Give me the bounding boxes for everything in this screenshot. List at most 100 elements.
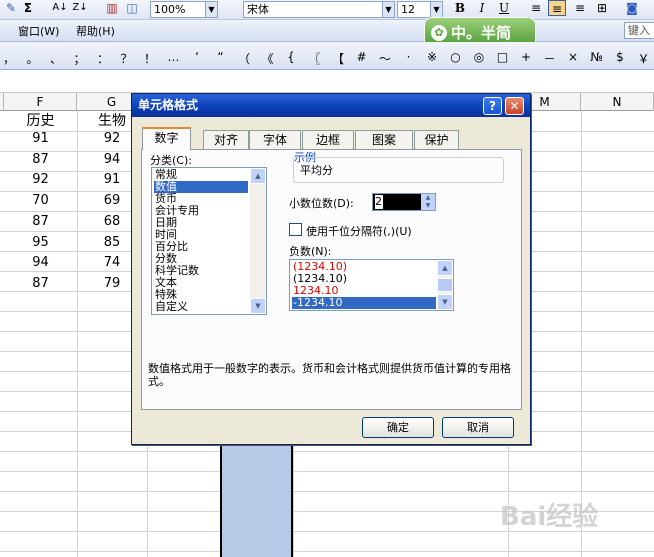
sample-value: 平均分 [300,164,333,177]
negative-numbers-listbox[interactable]: (1234.10) (1234.10) 1234.10 -1234.10 ▲ ▼ [289,259,454,311]
symbol-button-comma[interactable]: ， [0,50,18,67]
symbol-button-minus[interactable]: － [541,50,559,67]
category-label: 分类(C): [150,154,192,167]
thousands-separator-checkbox[interactable] [289,223,302,236]
excel-window: ✎ Σ ▾ A↓ Z↓ ▥ ◫ 100% ▼ 宋体 ▼ 12 ▼ B I U ≡… [0,0,654,557]
grid-hline [0,471,654,472]
symbol-button-dollar[interactable]: $ [611,50,629,64]
negative-scrollbar[interactable]: ▲ ▼ [437,260,453,310]
symbol-button-hash[interactable]: # [353,50,371,64]
symbol-button-circle[interactable]: ○ [447,50,465,64]
close-button[interactable]: ✕ [505,97,524,115]
negative-format-item[interactable]: -1234.10 [292,297,436,309]
thousands-separator-label[interactable]: 使用千位分隔符(,)(U) [306,223,412,239]
font-size-value: 12 [401,3,415,16]
column-header-f[interactable]: F [4,93,77,111]
symbol-button-colon[interactable]: ： [94,50,112,67]
chart-icon[interactable]: ▥ [104,0,120,16]
zoom-select[interactable]: 100% ▼ [150,1,218,18]
symbol-button-middle-dot[interactable]: · [400,50,418,64]
symbol-button-book-title[interactable]: 《 [259,50,277,67]
cell-f8[interactable]: 94 [4,253,77,273]
symbol-button-period[interactable]: 。 [24,50,42,67]
symbol-button-plus[interactable]: + [517,50,535,64]
cell-f5[interactable]: 70 [4,191,77,211]
menu-window[interactable]: 窗口(W) [18,23,59,39]
symbol-button-question[interactable]: ？ [118,50,136,67]
chevron-down-icon[interactable]: ▼ [430,2,442,17]
symbol-button-numero[interactable]: № [588,50,606,64]
category-item-custom[interactable]: 自定义 [154,301,248,313]
selected-column-range[interactable] [220,445,293,557]
italic-button[interactable]: I [474,0,490,16]
scroll-down-icon[interactable]: ▼ [250,298,266,314]
number-tab-panel: 分类(C): 常规 数值 货币 会计专用 日期 时间 百分比 分数 科学记数 文本 特殊 自定义 ▲ … [141,149,522,410]
symbol-button-double-quote[interactable]: “ [212,50,230,64]
chevron-down-icon[interactable]: ▼ [205,2,217,17]
chevron-down-icon[interactable]: ▼ [382,2,394,17]
tab-protection[interactable]: 保护 [414,130,459,149]
scroll-up-icon[interactable]: ▲ [437,260,453,276]
symbol-button-single-quote[interactable]: ‘ [188,50,206,64]
font-name-select[interactable]: 宋体 ▼ [243,1,395,18]
cell-f1[interactable]: 历史 [4,111,77,131]
category-scrollbar[interactable]: ▲ ▼ [250,168,266,314]
autosum-icon[interactable]: Σ ▾ [20,0,36,31]
cell-f9[interactable]: 87 [4,274,77,294]
tab-patterns[interactable]: 图案 [355,130,413,149]
symbol-button-tilde[interactable]: ～ [376,50,394,67]
decimal-places-spinner[interactable]: 2 ▲ ▼ [372,193,436,211]
help-button[interactable]: ? [483,97,502,115]
symbol-button-paren[interactable]: （ [235,50,253,67]
align-center-icon[interactable]: ≡ [548,0,566,16]
symbol-button-ellipsis[interactable]: … [165,50,183,64]
help-search-input[interactable]: 键入 [624,22,654,39]
symbol-button-exclaim[interactable]: ！ [141,50,159,67]
drawing-icon[interactable]: ◫ [124,0,140,16]
symbol-button-brace[interactable]: { [282,50,300,64]
tab-border[interactable]: 边框 [302,130,354,149]
scroll-up-icon[interactable]: ▲ [250,168,266,184]
grid-hline [0,551,654,552]
cancel-button[interactable]: 取消 [442,417,514,438]
symbol-button-bracket[interactable]: 【 [329,50,347,67]
scroll-down-icon[interactable]: ▼ [437,294,453,310]
align-left-icon[interactable]: ≡ [528,0,544,16]
align-right-icon[interactable]: ≡ [572,0,588,16]
tab-number[interactable]: 数字 [142,127,191,150]
cell-f4[interactable]: 92 [4,170,77,190]
ok-button[interactable]: 确定 [362,417,434,438]
underline-button[interactable]: U [496,0,512,16]
decimal-places-label: 小数位数(D): [289,197,354,210]
baidu-watermark: Bai经验 [500,502,599,532]
category-listbox[interactable]: 常规 数值 货币 会计专用 日期 时间 百分比 分数 科学记数 文本 特殊 自定义 ▲ ▼ [151,167,267,315]
grid-vline [293,445,294,557]
symbol-button-square[interactable]: □ [494,50,512,64]
symbol-button-reference-mark[interactable]: ※ [423,50,441,64]
cell-f2[interactable]: 91 [4,129,77,149]
spinner-arrows-icon[interactable]: ▲ ▼ [421,194,435,210]
symbol-button-semicolon[interactable]: ； [71,50,89,67]
tab-alignment[interactable]: 对齐 [203,130,249,149]
font-size-select[interactable]: 12 ▼ [397,1,443,18]
bold-button[interactable]: B [452,0,468,16]
sort-descending-icon[interactable]: Z↓ [72,0,88,16]
column-header-n[interactable]: N [581,93,654,111]
cell-f6[interactable]: 87 [4,212,77,232]
symbol-button-yuan[interactable]: ￥ [635,50,653,67]
menu-help[interactable]: 帮助(H) [76,23,115,39]
sort-ascending-icon[interactable]: A↓ [52,0,68,16]
cell-f3[interactable]: 87 [4,150,77,170]
symbol-button-enum-comma[interactable]: 、 [47,50,65,67]
tab-font[interactable]: 字体 [249,130,301,149]
symbol-button-lenticular[interactable]: 〖 [306,50,324,67]
symbol-button-times[interactable]: × [564,50,582,64]
symbol-button-double-circle[interactable]: ◎ [470,50,488,64]
currency-icon[interactable]: ◙ [624,0,640,16]
merge-center-icon[interactable]: ⊞ [594,0,610,16]
cell-f7[interactable]: 95 [4,233,77,253]
dialog-title-bar[interactable]: 单元格格式 ? ✕ [132,94,530,117]
paste-icon[interactable]: ✎ [4,0,18,16]
decimal-places-value[interactable]: 2 [375,195,383,209]
scroll-thumb[interactable] [437,278,453,292]
